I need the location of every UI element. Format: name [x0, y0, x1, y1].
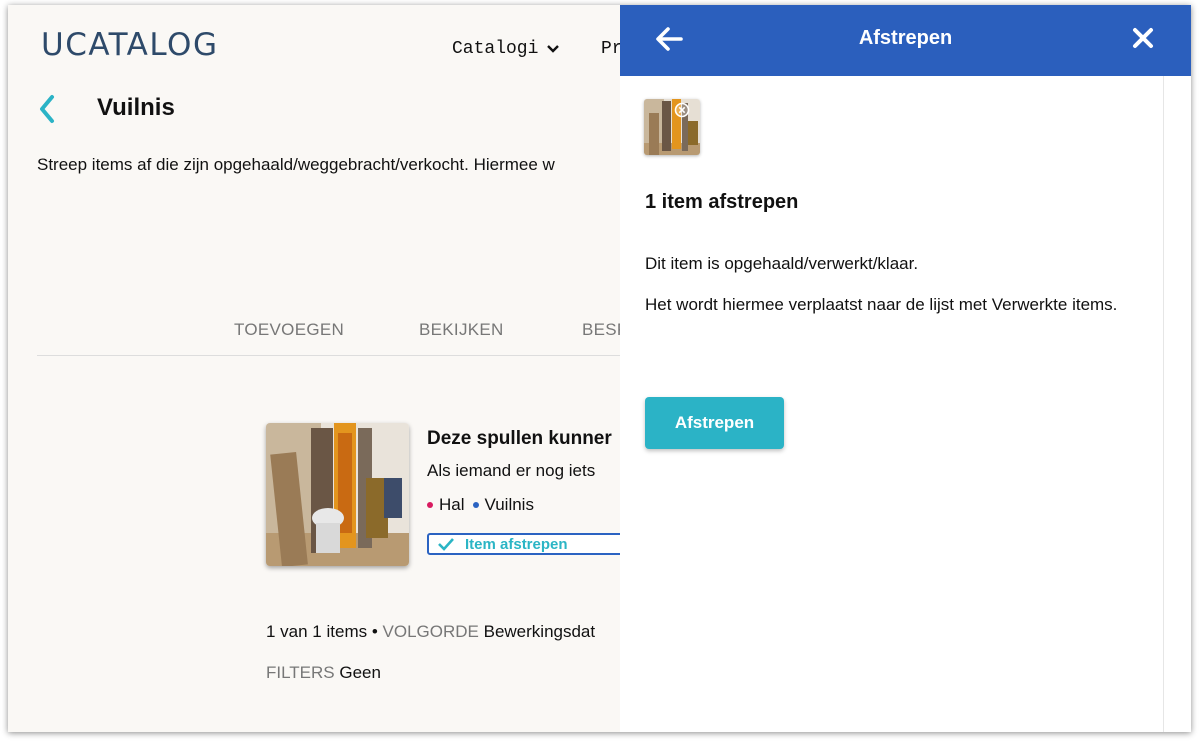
item-description: Als iemand er nog iets — [427, 461, 596, 480]
intro-text: Streep items af die zijn opgehaald/wegge… — [37, 155, 555, 174]
tag-label: Hal — [439, 495, 465, 514]
item-afstrepen-button[interactable]: Item afstrepen — [427, 533, 637, 555]
panel-header: Afstrepen — [620, 5, 1191, 76]
item-title[interactable]: Deze spullen kunner — [427, 428, 612, 450]
order-label: VOLGORDE — [382, 622, 479, 641]
tag-hal[interactable]: Hal — [427, 495, 465, 515]
checkmark-icon — [438, 538, 454, 551]
list-filters: FILTERS Geen — [266, 663, 381, 683]
chevron-left-icon[interactable] — [36, 93, 58, 125]
selected-item-thumbnail — [644, 99, 700, 155]
list-count: 1 van 1 items • VOLGORDE Bewerkingsdat — [266, 622, 595, 642]
page-title: Vuilnis — [97, 94, 175, 121]
tab-toevoegen[interactable]: TOEVOEGEN — [234, 320, 344, 340]
panel-paragraph-2: Het wordt hiermee verplaatst naar de lij… — [645, 295, 1118, 314]
item-tags: Hal Vuilnis — [427, 495, 542, 515]
nav-catalogi[interactable]: Catalogi — [452, 39, 560, 59]
item-thumbnail[interactable] — [266, 423, 409, 566]
close-icon[interactable] — [1131, 26, 1155, 50]
filters-value[interactable]: Geen — [339, 663, 381, 682]
remove-circle-icon[interactable] — [674, 102, 690, 118]
afstrepen-panel: Afstrepen 1 item afstrepen Dit item is o… — [620, 5, 1191, 732]
order-value[interactable]: Bewerkingsdat — [484, 622, 596, 641]
tag-label: Vuilnis — [484, 495, 534, 514]
filters-label: FILTERS — [266, 663, 335, 682]
tag-dot — [472, 502, 479, 508]
tab-bekijken[interactable]: BEKIJKEN — [419, 320, 504, 340]
panel-paragraph-1: Dit item is opgehaald/verwerkt/klaar. — [645, 254, 919, 273]
item-count: 1 van 1 items • — [266, 622, 378, 641]
panel-title: Afstrepen — [858, 27, 953, 49]
panel-scrollbar[interactable] — [1163, 76, 1164, 732]
item-afstrepen-label: Item afstrepen — [465, 535, 568, 553]
afstrepen-button[interactable]: Afstrepen — [645, 397, 784, 449]
tabs-divider — [37, 355, 637, 356]
logo[interactable]: UCATALOG — [41, 27, 218, 63]
chevron-down-icon — [547, 45, 560, 53]
app-window: UCATALOG Catalogi Pr Vuilnis Streep item… — [8, 5, 1191, 732]
tag-vuilnis[interactable]: Vuilnis — [472, 495, 534, 515]
tag-dot — [427, 502, 433, 508]
nav-catalogi-label: Catalogi — [452, 39, 539, 59]
panel-heading: 1 item afstrepen — [645, 191, 799, 213]
